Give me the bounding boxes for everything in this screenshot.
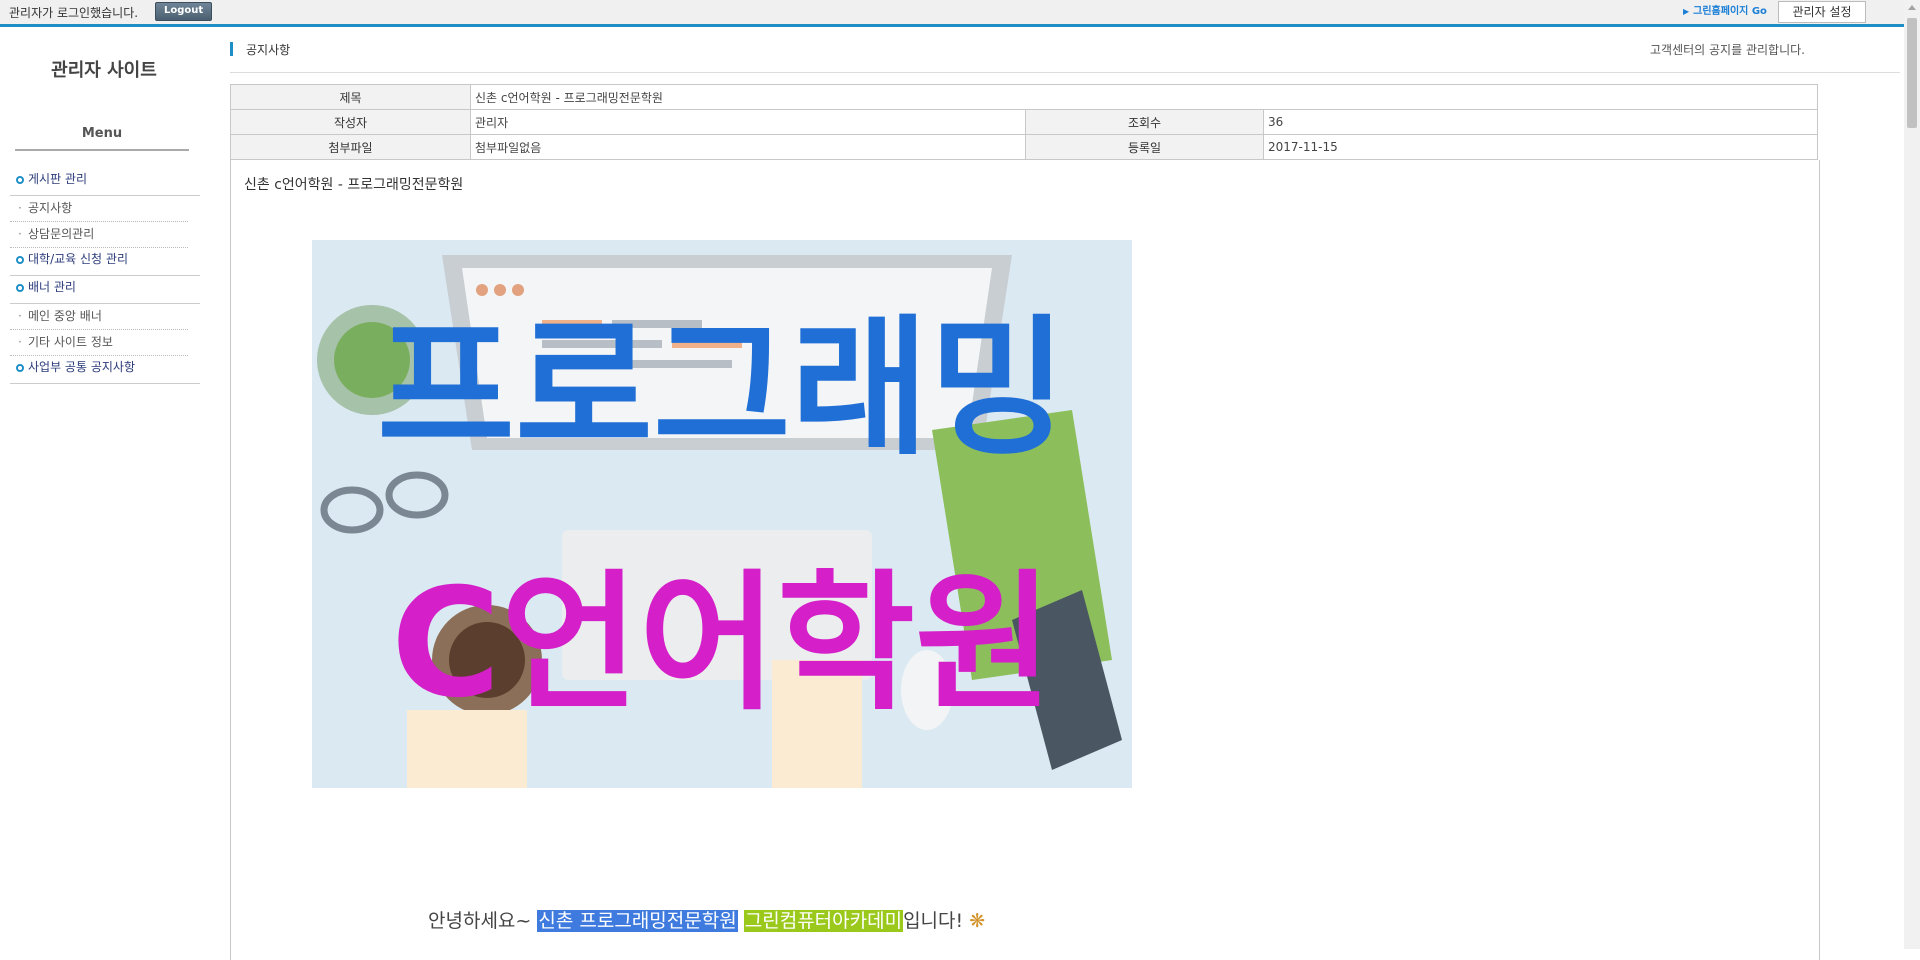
sidebar-group-common-notice[interactable]: 사업부 공통 공지사항 [10,356,200,384]
menu-title: Menu [15,126,189,151]
page-title: 공지사항 [230,41,290,58]
table-row: 제목 신촌 c언어학원 - 프로그래밍전문학원 [230,84,1818,110]
attachment-value: 첨부파일없음 [470,134,1026,160]
date-label: 등록일 [1025,134,1264,160]
sidebar-group-label: 배너 관리 [28,280,76,294]
sidebar-item-consult[interactable]: · 상담문의관리 [10,222,188,248]
banner-illustration: 프로그래밍 C언어학원 [317,255,1122,788]
title-value: 신촌 c언어학원 - 프로그래밍전문학원 [470,84,1818,110]
homepage-link[interactable]: ▶ 그린홈페이지 Go [1683,2,1767,17]
page-title-label: 공지사항 [246,43,291,57]
gingerbread-icon: ❋ [969,910,986,932]
author-value: 관리자 [470,109,1026,135]
banner-text-academy: C언어학원 [391,557,1053,731]
sidebar-item-label: 상담문의관리 [28,227,95,241]
bullet-icon [16,284,24,292]
top-bar: 관리자가 로그인했습니다. Logout ▶ 그린홈페이지 Go 관리자 설정 [0,0,1904,27]
bullet-icon [16,176,24,184]
sidebar-group-label: 게시판 관리 [28,172,88,186]
dash-icon: · [18,201,22,215]
views-value: 36 [1263,109,1818,135]
sidebar-item-notice[interactable]: · 공지사항 [10,196,188,222]
dash-icon: · [18,309,22,323]
sidebar-item-label: 메인 중앙 배너 [28,309,102,323]
author-label: 작성자 [230,109,471,135]
sidebar-group-label: 사업부 공통 공지사항 [28,360,135,374]
banner-image: 프로그래밍 C언어학원 [312,240,1132,788]
sidebar-item-site-info[interactable]: · 기타 사이트 정보 [10,330,188,356]
bullet-icon [16,364,24,372]
bullet-icon [16,256,24,264]
table-row: 작성자 관리자 조회수 36 [230,109,1818,135]
vertical-scrollbar[interactable] [1904,0,1920,949]
greeting-suffix: 입니다! [903,910,964,932]
banner-text-programming: 프로그래밍 [377,302,1067,476]
sidebar-menu: 게시판 관리 · 공지사항 · 상담문의관리 대학/교육 신청 관리 배너 관리 ·… [10,168,200,384]
scroll-up-icon[interactable] [1908,5,1916,10]
dash-icon: · [18,335,22,349]
date-value: 2017-11-15 [1263,134,1818,160]
homepage-link-label: 그린홈페이지 Go [1693,6,1767,17]
greeting-prefix: 안녕하세요~ [428,910,538,932]
table-row: 첨부파일 첨부파일없음 등록일 2017-11-15 [230,134,1818,160]
sidebar-item-label: 기타 사이트 정보 [28,335,113,349]
greeting-highlight-green: 그린컴퓨터아카데미 [743,910,904,932]
sidebar-group-education[interactable]: 대학/교육 신청 관리 [10,248,200,276]
post-info-table: 제목 신촌 c언어학원 - 프로그래밍전문학원 작성자 관리자 조회수 36 첨… [230,84,1818,160]
site-title: 관리자 사이트 [51,60,157,81]
sidebar-item-main-banner[interactable]: · 메인 중앙 배너 [10,304,188,330]
sidebar-group-banner[interactable]: 배너 관리 [10,276,200,304]
greeting-text: 안녕하세요~ 신촌 프로그래밍전문학원 그린컴퓨터아카데미입니다! ❋ [428,906,985,933]
page-description: 고객센터의 공지를 관리합니다. [1650,43,1805,57]
sidebar-group-label: 대학/교육 신청 관리 [28,252,128,266]
views-label: 조회수 [1025,109,1264,135]
dash-icon: · [18,227,22,241]
sidebar-group-board[interactable]: 게시판 관리 [10,168,200,196]
scrollbar-thumb[interactable] [1907,18,1917,128]
admin-settings-button[interactable]: 관리자 설정 [1778,1,1866,23]
login-status-text: 관리자가 로그인했습니다. [9,6,139,20]
title-label: 제목 [230,84,471,110]
arrow-right-icon: ▶ [1683,7,1690,16]
divider [230,72,1900,73]
logout-button[interactable]: Logout [155,2,213,21]
greeting-highlight-academy: 신촌 프로그래밍전문학원 [537,910,738,932]
post-body-title: 신촌 c언어학원 - 프로그래밍전문학원 [244,177,464,193]
sidebar-item-label: 공지사항 [28,201,73,215]
attachment-label: 첨부파일 [230,134,471,160]
